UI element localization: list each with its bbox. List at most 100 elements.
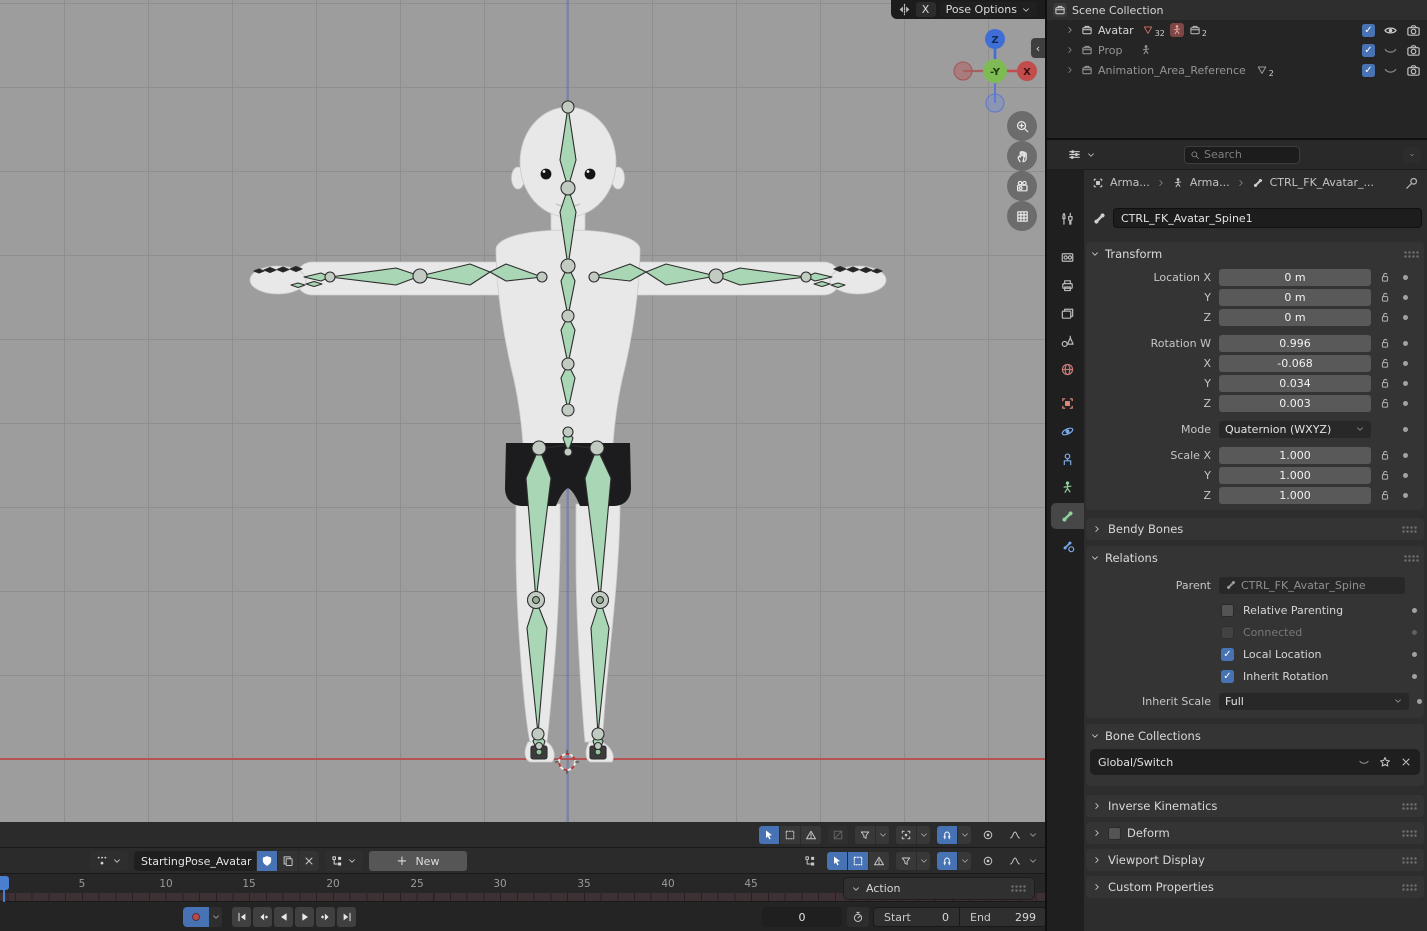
tab-output[interactable] — [1051, 272, 1084, 298]
auto-keying-button[interactable] — [183, 907, 209, 927]
snap-dropdown-2[interactable] — [958, 852, 971, 870]
outliner-item-label[interactable]: Avatar — [1098, 24, 1134, 37]
search-input[interactable]: Search — [1184, 146, 1300, 164]
tweak-tool-button[interactable] — [759, 826, 779, 844]
play-button[interactable] — [295, 907, 314, 927]
panel-drag-dots[interactable] — [1402, 830, 1418, 837]
proportional-edit-button[interactable] — [978, 826, 998, 844]
current-frame-field[interactable]: 0 — [762, 907, 842, 927]
panel-drag-dots[interactable] — [1402, 884, 1418, 891]
jump-to-start-button[interactable] — [232, 907, 251, 927]
outliner-item-label[interactable]: Prop — [1098, 44, 1122, 57]
checkbox-enabled[interactable]: ✓ — [1362, 64, 1375, 77]
panel-relations-header[interactable]: Relations — [1090, 548, 1420, 568]
new-copy-button[interactable] — [278, 851, 298, 871]
filter-button[interactable] — [855, 826, 875, 844]
fake-user-shield-button[interactable] — [257, 851, 277, 871]
box-select-button-2[interactable] — [848, 852, 868, 870]
sidebar-collapse-arrow[interactable]: ‹ — [1031, 38, 1045, 58]
checkbox-enabled[interactable]: ✓ — [1362, 24, 1375, 37]
pan-hand-button[interactable] — [1007, 141, 1037, 171]
parent-field[interactable]: CTRL_FK_Avatar_Spine — [1219, 577, 1405, 594]
animate-dot[interactable] — [1417, 699, 1422, 704]
zoom-button[interactable] — [1007, 111, 1037, 141]
deform-checkbox[interactable] — [1108, 827, 1121, 840]
local-location-checkbox[interactable]: ✓ — [1221, 648, 1234, 661]
relative-parenting-checkbox[interactable] — [1221, 604, 1234, 617]
panel-drag-dots[interactable] — [1402, 526, 1418, 533]
tab-bone[interactable] — [1051, 503, 1084, 529]
lock-icon[interactable] — [1375, 337, 1395, 349]
animate-dot[interactable] — [1403, 427, 1408, 432]
breadcrumb-object[interactable]: Arma... — [1110, 176, 1150, 189]
tab-object-data[interactable] — [1051, 474, 1084, 500]
panel-bendy-bones[interactable]: Bendy Bones — [1086, 518, 1424, 540]
expand-chevron-icon[interactable] — [1065, 65, 1075, 75]
filter-dropdown-2[interactable] — [917, 852, 930, 870]
panel-custom-properties[interactable]: Custom Properties — [1086, 876, 1424, 898]
use-preview-range-button[interactable] — [847, 907, 869, 927]
next-keyframe-button[interactable] — [316, 907, 335, 927]
animate-dot[interactable] — [1403, 341, 1408, 346]
breadcrumb-bone[interactable]: CTRL_FK_Avatar_... — [1270, 176, 1374, 189]
expand-chevron-icon[interactable] — [1065, 45, 1075, 55]
location-y-field[interactable]: 0 m — [1219, 289, 1371, 306]
outliner-row-scene-collection[interactable]: Scene Collection — [1047, 0, 1427, 20]
unlink-action-button[interactable] — [299, 851, 319, 871]
rotation-z-field[interactable]: 0.003 — [1219, 395, 1371, 412]
outliner-row-animation-area-reference[interactable]: Animation_Area_Reference 2 ✓ — [1047, 60, 1427, 80]
lock-icon[interactable] — [1375, 311, 1395, 323]
gizmo-axis-y-neg[interactable]: -Y — [983, 59, 1007, 83]
tab-scene[interactable] — [1051, 328, 1084, 354]
frame-end-field[interactable]: End299 — [960, 908, 1046, 926]
snap-button-2[interactable] — [937, 852, 957, 870]
tab-world[interactable] — [1051, 356, 1084, 382]
expand-chevron-icon[interactable] — [1065, 25, 1075, 35]
proportional-edit-button-2[interactable] — [978, 852, 998, 870]
tab-bone-constraints[interactable] — [1051, 532, 1084, 558]
animate-dot[interactable] — [1403, 473, 1408, 478]
mirror-x-icon[interactable] — [897, 2, 912, 17]
camera-render-icon[interactable] — [1406, 23, 1421, 38]
tab-view-layer[interactable] — [1051, 300, 1084, 326]
eye-closed-icon[interactable] — [1383, 43, 1398, 58]
eye-closed-icon[interactable] — [1358, 756, 1370, 768]
panel-drag-dots[interactable] — [1402, 803, 1418, 810]
header-options-dropdown[interactable] — [1403, 147, 1421, 163]
panel-transform-header[interactable]: Transform — [1090, 244, 1420, 264]
breadcrumb-armature[interactable]: Arma... — [1190, 176, 1230, 189]
action-name-field[interactable]: StartingPose_Avatar — [134, 851, 256, 871]
snap-button[interactable] — [937, 826, 957, 844]
falloff-dropdown[interactable] — [1026, 826, 1039, 844]
panel-viewport-display[interactable]: Viewport Display — [1086, 849, 1424, 871]
lock-icon[interactable] — [1375, 357, 1395, 369]
slot-icon-button[interactable] — [800, 852, 820, 870]
lock-icon[interactable] — [1375, 377, 1395, 389]
animate-dot[interactable] — [1403, 275, 1408, 280]
outliner-row-avatar[interactable]: Avatar 32 2 ✓ — [1047, 20, 1427, 40]
animate-dot[interactable] — [1403, 295, 1408, 300]
location-z-field[interactable]: 0 m — [1219, 309, 1371, 326]
scale-z-field[interactable]: 1.000 — [1219, 487, 1371, 504]
pivot-dropdown[interactable] — [917, 826, 930, 844]
eye-closed-icon[interactable] — [1383, 63, 1398, 78]
panel-drag-dots[interactable] — [1404, 555, 1420, 562]
gizmo-axis-z-neg[interactable] — [986, 94, 1004, 112]
animate-dot[interactable] — [1403, 381, 1408, 386]
falloff-button[interactable] — [1005, 826, 1025, 844]
star-icon[interactable] — [1379, 756, 1391, 768]
filter-button-2[interactable] — [896, 852, 916, 870]
tab-physics[interactable] — [1051, 418, 1084, 444]
panel-drag-dots[interactable] — [1402, 857, 1418, 864]
panel-inverse-kinematics[interactable]: Inverse Kinematics — [1086, 795, 1424, 817]
viewport-3d[interactable]: X Pose Options Z X -Y ‹ — [0, 0, 1045, 822]
pin-icon[interactable] — [1404, 176, 1419, 191]
tab-object-constraints[interactable] — [1051, 446, 1084, 472]
rotation-mode-dropdown[interactable]: Quaternion (WXYZ) — [1219, 421, 1371, 438]
lock-icon[interactable] — [1375, 271, 1395, 283]
checkbox-enabled[interactable]: ✓ — [1362, 44, 1375, 57]
new-action-button[interactable]: +New — [369, 851, 467, 871]
panel-drag-dots[interactable] — [1011, 885, 1027, 892]
jump-to-end-button[interactable] — [337, 907, 356, 927]
action-side-panel[interactable]: Action — [843, 877, 1035, 900]
